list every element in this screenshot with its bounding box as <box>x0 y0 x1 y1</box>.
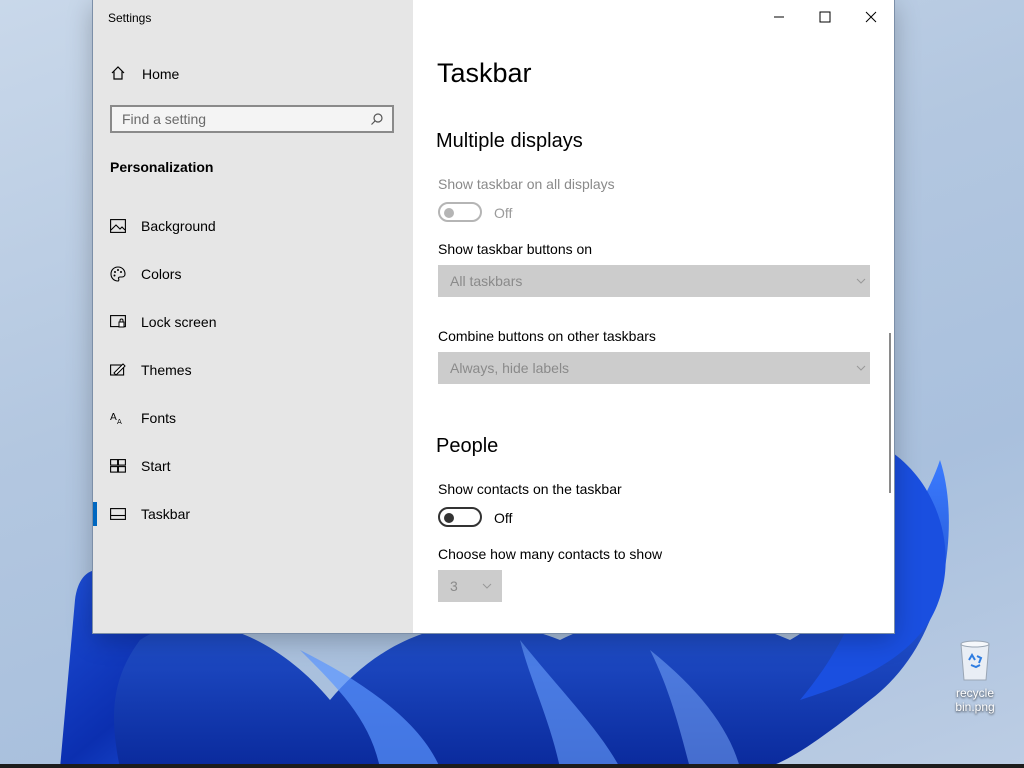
sidebar-item-background[interactable]: Background <box>93 206 413 246</box>
show-all-displays-label: Show taskbar on all displays <box>438 176 615 192</box>
window-title: Settings <box>108 11 152 25</box>
content-pane: Taskbar Multiple displays Show taskbar o… <box>413 0 894 633</box>
toggle-knob <box>444 208 454 218</box>
search-icon <box>370 112 384 129</box>
settings-window: Settings Home Find a setting Personaliza… <box>93 0 894 633</box>
minimize-button[interactable] <box>756 0 802 34</box>
show-all-displays-state: Off <box>494 205 513 221</box>
chevron-down-icon <box>856 274 866 290</box>
sidebar-item-label: Fonts <box>141 410 177 426</box>
sidebar-item-themes[interactable]: Themes <box>93 350 413 390</box>
sidebar-item-start[interactable]: Start <box>93 446 413 486</box>
sidebar-item-colors[interactable]: Colors <box>93 254 413 294</box>
scrollbar[interactable] <box>889 333 891 493</box>
page-title: Taskbar <box>437 58 532 88</box>
contacts-count-dropdown[interactable]: 3 <box>438 570 502 602</box>
show-contacts-label: Show contacts on the taskbar <box>438 481 622 497</box>
home-label: Home <box>142 66 180 82</box>
close-icon <box>865 11 877 23</box>
show-all-displays-toggle[interactable] <box>438 202 482 222</box>
combine-buttons-dropdown[interactable]: Always, hide labels <box>438 352 870 384</box>
palette-icon <box>109 265 127 283</box>
svg-text:A: A <box>117 418 122 426</box>
chevron-down-icon <box>482 579 492 595</box>
taskbar-icon <box>109 505 127 523</box>
home-icon <box>110 65 126 84</box>
svg-text:A: A <box>110 412 117 423</box>
fonts-icon: AA <box>109 409 127 427</box>
desktop-recycle-bin[interactable]: recycle bin.png <box>948 638 1002 714</box>
buttons-on-value: All taskbars <box>450 273 523 289</box>
combine-buttons-value: Always, hide labels <box>450 360 570 376</box>
contacts-count-label: Choose how many contacts to show <box>438 546 663 562</box>
sidebar-item-fonts[interactable]: AA Fonts <box>93 398 413 438</box>
recycle-bin-label: recycle bin.png <box>955 686 995 714</box>
search-placeholder: Find a setting <box>122 111 207 127</box>
themes-icon <box>109 361 127 379</box>
sidebar-item-label: Taskbar <box>141 506 191 522</box>
combine-buttons-label: Combine buttons on other taskbars <box>438 328 656 344</box>
sidebar-item-label: Start <box>141 458 171 474</box>
recycle-bin-icon <box>957 638 993 682</box>
contacts-count-value: 3 <box>450 578 458 594</box>
sidebar-item-lock-screen[interactable]: Lock screen <box>93 302 413 342</box>
maximize-button[interactable] <box>802 0 848 34</box>
sidebar-item-label: Lock screen <box>141 314 217 330</box>
picture-icon <box>109 217 127 235</box>
sidebar-item-label: Colors <box>141 266 182 282</box>
sidebar-item-label: Themes <box>141 362 192 378</box>
multiple-displays-heading: Multiple displays <box>436 130 583 152</box>
close-button[interactable] <box>848 0 894 34</box>
sidebar: Settings Home Find a setting Personaliza… <box>93 0 413 633</box>
buttons-on-dropdown[interactable]: All taskbars <box>438 265 870 297</box>
maximize-icon <box>819 11 831 23</box>
show-contacts-toggle[interactable] <box>438 507 482 527</box>
sidebar-item-taskbar[interactable]: Taskbar <box>93 494 413 534</box>
taskbar-edge <box>0 764 1024 768</box>
lock-screen-icon <box>109 313 127 331</box>
buttons-on-label: Show taskbar buttons on <box>438 241 593 257</box>
start-icon <box>109 457 127 475</box>
sidebar-item-label: Background <box>141 218 216 234</box>
section-title: Personalization <box>110 159 214 175</box>
toggle-knob <box>444 513 454 523</box>
chevron-down-icon <box>856 361 866 377</box>
people-heading: People <box>436 435 499 457</box>
minimize-icon <box>774 16 784 18</box>
sidebar-home[interactable]: Home <box>93 54 413 94</box>
show-contacts-state: Off <box>494 510 513 526</box>
search-input[interactable]: Find a setting <box>110 105 394 133</box>
